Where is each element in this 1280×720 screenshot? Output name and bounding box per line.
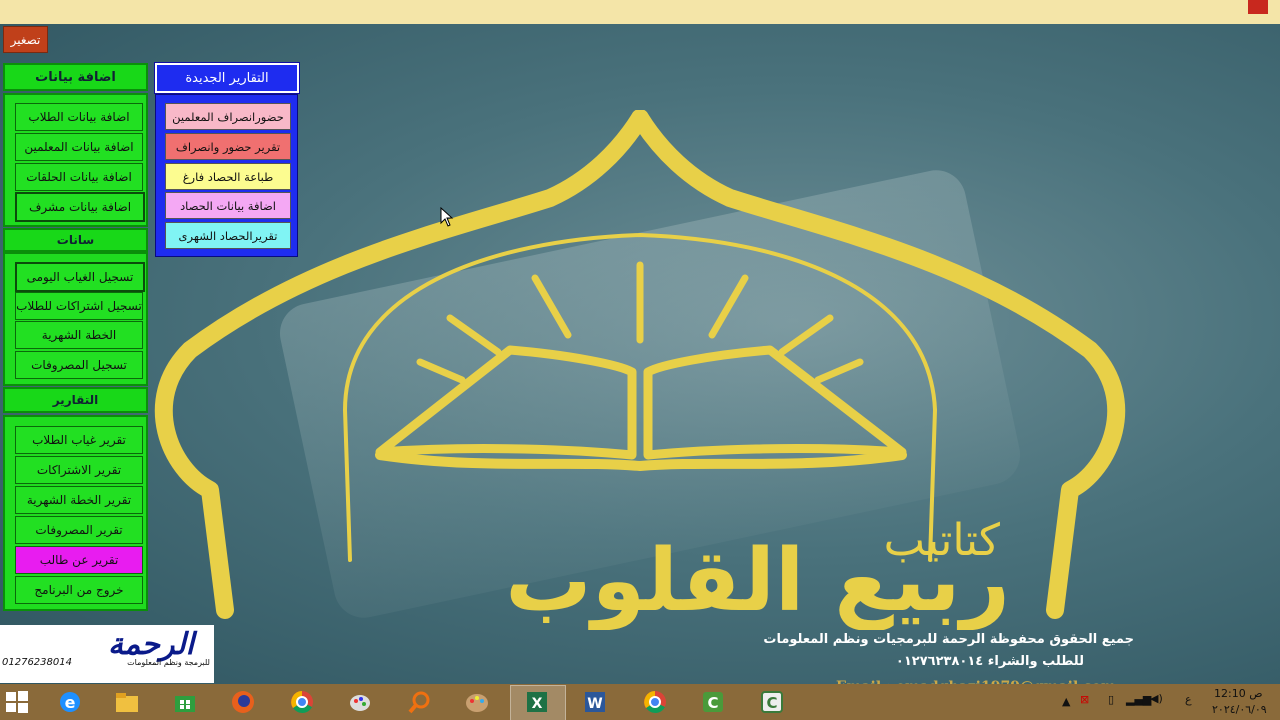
add-data-title: اضافة بيانات [3, 63, 148, 91]
add-supervisor-button[interactable]: اضافة بيانات مشرف [15, 192, 145, 222]
internet-explorer-icon[interactable]: e [55, 687, 85, 717]
add-students-button[interactable]: اضافة بيانات الطلاب [15, 103, 143, 131]
top-bar [0, 0, 1280, 25]
camtasia-recorder-icon[interactable]: C [757, 687, 787, 717]
file-explorer-icon[interactable] [112, 687, 142, 717]
emblem-title-large: ربيع القلوب [505, 531, 1010, 630]
exit-program-button[interactable]: خروج من البرنامج [15, 576, 143, 604]
logo-brand: الرحمة [107, 627, 194, 662]
logo-phone: 01276238014 [2, 657, 72, 668]
emblem-rays [416, 261, 864, 384]
new-reports-panel: حضورانصراف المعلمين تقرير حضور وانصراف ط… [155, 94, 298, 257]
absence-report-button[interactable]: تقرير غياب الطلاب [15, 426, 143, 454]
svg-text:C: C [707, 694, 718, 712]
firefox-icon[interactable] [228, 687, 258, 717]
expenses-report-button[interactable]: تقرير المصروفات [15, 516, 143, 544]
emblem-book-base [375, 450, 907, 471]
tray-network-icon[interactable]: ⊠ [1080, 693, 1089, 706]
emblem-logo: كتاتيب ربيع القلوب [154, 110, 1126, 630]
tray-battery-icon[interactable]: ▯ [1108, 693, 1114, 706]
tray-chevron-icon[interactable]: ▲ [1062, 695, 1070, 708]
data-section-title: سانات [3, 228, 148, 252]
monthly-harvest-report-button[interactable]: تقريرالحصاد الشهرى [165, 222, 291, 249]
search-magnifier-icon[interactable] [405, 687, 435, 717]
add-circles-button[interactable]: اضافة بيانات الحلقات [15, 163, 143, 191]
tray-volume-icon[interactable]: ◀) [1150, 692, 1163, 705]
close-button[interactable] [1248, 0, 1268, 14]
app-window: كتاتيب ربيع القلوب تصغير اضافة بيانات اض… [0, 0, 1280, 720]
print-harvest-button[interactable]: طباعة الحصاد فارغ [165, 163, 291, 190]
subscriptions-report-button[interactable]: تقرير الاشتراكات [15, 456, 143, 484]
emblem-book-left [375, 345, 637, 460]
windows-start-icon[interactable] [2, 687, 32, 717]
reports-panel: تقرير غياب الطلاب تقرير الاشتراكات تقرير… [3, 415, 148, 611]
paint-icon[interactable] [345, 687, 375, 717]
minimize-button[interactable]: تصغير [3, 26, 48, 53]
store-icon[interactable] [170, 687, 200, 717]
monthly-plan-button[interactable]: الخطة الشهرية [15, 321, 143, 349]
data-section-panel: تسجيل الغياب اليومى تسجيل اشتراكات للطلا… [3, 252, 148, 386]
mouse-cursor-icon [440, 207, 454, 227]
add-teachers-button[interactable]: اضافة بيانات المعلمين [15, 133, 143, 161]
student-report-button[interactable]: تقرير عن طالب [15, 546, 143, 574]
copyright-text: جميع الحقوق محفوظة الرحمة للبرمجيات ونظم… [763, 632, 1134, 647]
palette-icon[interactable] [462, 687, 492, 717]
tray-signal-icon[interactable]: ▂▄▆ [1126, 693, 1151, 706]
company-logo: الرحمة 01276238014 للبرمجة ونظم المعلوما… [0, 625, 214, 683]
emblem-book-right [643, 345, 907, 460]
monthly-plan-report-button[interactable]: تقرير الخطة الشهرية [15, 486, 143, 514]
reports-title: التقارير [3, 387, 148, 413]
chrome-icon[interactable] [287, 687, 317, 717]
tray-time[interactable]: 12:10 ص [1214, 687, 1263, 700]
svg-text:e: e [65, 693, 76, 712]
expenses-button[interactable]: تسجيل المصروفات [15, 351, 143, 379]
svg-text:X: X [532, 696, 543, 712]
add-harvest-button[interactable]: اضافة بيانات الحصاد [165, 192, 291, 219]
order-contact-text: للطلب والشراء ٠١٢٧٦٢٣٨٠١٤ [895, 654, 1084, 669]
word-icon[interactable]: W [580, 687, 610, 717]
svg-text:C: C [766, 694, 777, 712]
logo-tagline: للبرمجة ونظم المعلومات [127, 658, 210, 667]
svg-text:W: W [587, 696, 602, 712]
daily-absence-button[interactable]: تسجيل الغياب اليومى [15, 262, 145, 292]
excel-icon[interactable]: X [522, 687, 552, 717]
attendance-report-button[interactable]: تقرير حضور وانصراف [165, 133, 291, 160]
tray-language[interactable]: ع [1185, 693, 1192, 706]
teacher-attendance-button[interactable]: حضورانصراف المعلمين [165, 103, 291, 130]
tray-date[interactable]: ٢٠٢٤/٠٦/٠٩ [1212, 703, 1267, 716]
add-data-panel: اضافة بيانات الطلاب اضافة بيانات المعلمي… [3, 93, 148, 227]
student-subscriptions-button[interactable]: تسجيل اشتراكات للطلاب [15, 292, 143, 320]
new-reports-title: التقارير الجديدة [154, 62, 300, 94]
chrome-icon-2[interactable] [640, 687, 670, 717]
camtasia-icon[interactable]: C [698, 687, 728, 717]
